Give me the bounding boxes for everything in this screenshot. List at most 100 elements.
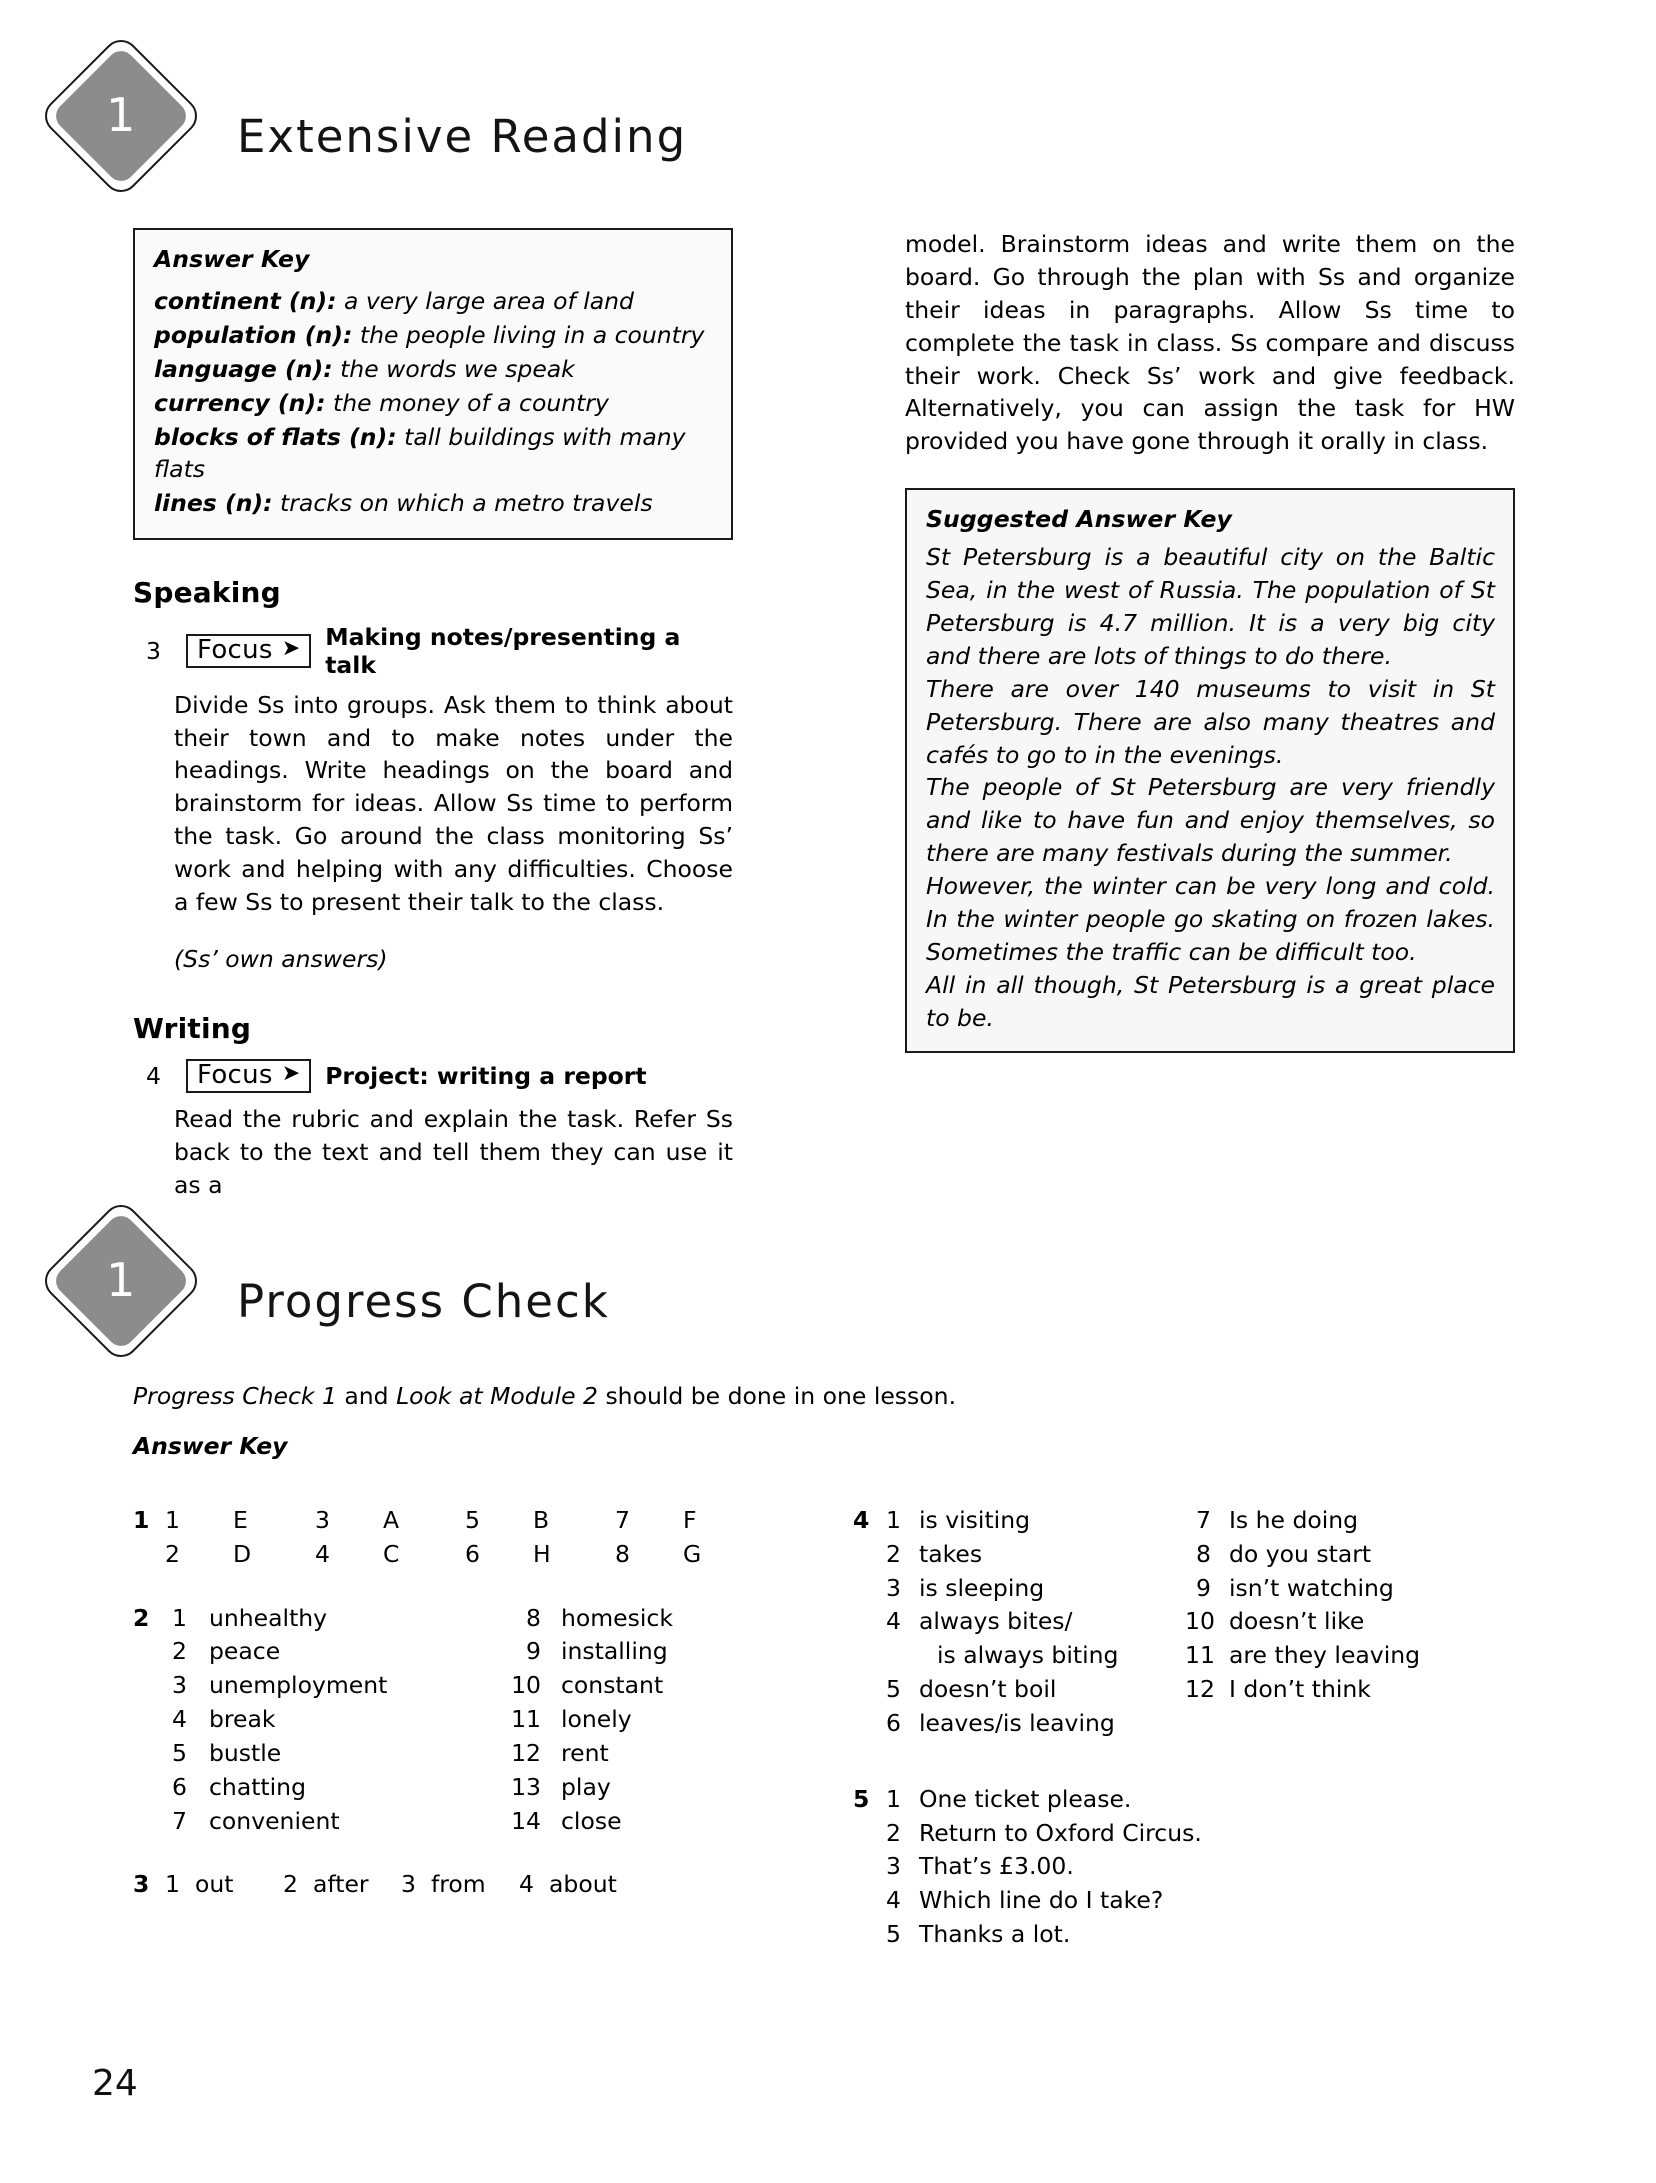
item-number: 8 <box>615 1539 630 1568</box>
item-value: is sleeping <box>919 1573 1045 1602</box>
suggested-answer-paragraph: St Petersburg is a beautiful city on the… <box>926 543 1495 670</box>
item-value: One ticket please. <box>919 1784 1132 1813</box>
answer-row: 6 chatting 13 play <box>133 1771 853 1805</box>
item-number: 10 <box>1185 1607 1215 1636</box>
arrow-right-icon: ➤ <box>281 1060 301 1086</box>
item-value: doesn’t boil <box>919 1675 1057 1704</box>
item-value: H <box>533 1539 551 1568</box>
right-column: model. Brainstorm ideas and write them o… <box>905 228 1515 1053</box>
focus-chip[interactable]: Focus ➤ <box>186 1058 312 1093</box>
item-number: 4 <box>315 1539 330 1568</box>
item-number: 5 <box>465 1506 480 1534</box>
answer-item: 11 are they leaving <box>1185 1639 1420 1673</box>
suggested-answer-key-box: Suggested Answer Key St Petersburg is a … <box>905 488 1515 1053</box>
item-value: That’s £3.00. <box>919 1852 1074 1881</box>
progress-check-intro: Progress Check 1 and Look at Module 2 sh… <box>133 1382 1523 1410</box>
suggested-answer-paragraph: However, the winter can be very long and… <box>926 872 1495 966</box>
answer-item: 2 takes <box>885 1538 1185 1572</box>
answer-item: 1 unhealthy <box>165 1602 505 1636</box>
answer-item: 2 peace <box>165 1635 505 1669</box>
answer-row: 3 unemployment 10 constant <box>133 1669 853 1703</box>
intro-roman-2: should be done in one lesson. <box>597 1382 957 1410</box>
answer-item: 3 That’s £3.00. <box>885 1850 1074 1884</box>
item-value: peace <box>209 1637 281 1666</box>
item-number: 6 <box>172 1772 187 1801</box>
answer-row: 3 That’s £3.00. <box>853 1850 1533 1884</box>
answer-item: 2 after <box>283 1868 401 1902</box>
item-number: 13 <box>511 1772 541 1801</box>
intro-roman-1: and <box>336 1382 397 1410</box>
entry-definition: the people living in a country <box>359 320 705 349</box>
item-value: chatting <box>209 1772 306 1801</box>
speaking-heading: Speaking <box>133 575 281 609</box>
item-value: E <box>233 1506 248 1534</box>
item-value: break <box>209 1705 276 1734</box>
answer-row: 4 break 11 lonely <box>133 1703 853 1737</box>
item-number: 4 <box>172 1705 187 1734</box>
answer-row: 5 Thanks a lot. <box>853 1918 1533 1952</box>
answer-row: is always biting 11 are they leaving <box>853 1639 1533 1673</box>
item-value: bustle <box>209 1738 282 1767</box>
answer-item: 7 convenient <box>165 1805 505 1839</box>
answer-item: 2 D <box>165 1538 315 1572</box>
answer-item: 1 out <box>165 1868 283 1902</box>
item-number: 3 <box>886 1852 901 1881</box>
suggested-answer-paragraph: The people of St Petersburg are very fri… <box>926 773 1495 868</box>
answer-row: 3 1 out 2 after 3 from 4 about <box>133 1868 853 1902</box>
item-value: homesick <box>561 1603 673 1632</box>
focus-chip[interactable]: Focus ➤ <box>186 633 312 668</box>
group-number: 2 <box>133 1603 150 1632</box>
item-value: unhealthy <box>209 1603 328 1632</box>
focus-label: Focus <box>197 1059 273 1090</box>
answer-row: 5 bustle 12 rent <box>133 1737 853 1771</box>
answer-row: 2 Return to Oxford Circus. <box>853 1817 1533 1851</box>
answer-item: 4 break <box>165 1703 505 1737</box>
item-number: 3 <box>886 1573 901 1602</box>
item-number: 4 <box>886 1607 901 1636</box>
answer-item: 8 G <box>615 1538 765 1572</box>
item-value: is visiting <box>919 1506 1031 1534</box>
answer-item: 10 constant <box>505 1669 663 1703</box>
item-value: constant <box>561 1671 664 1700</box>
item-value: after <box>313 1870 369 1899</box>
group-number: 3 <box>133 1870 150 1899</box>
suggested-answer-paragraph: All in all though, St Petersburg is a gr… <box>926 970 1495 1032</box>
item-value: unemployment <box>209 1671 388 1700</box>
item-number: 9 <box>1196 1573 1211 1602</box>
item-value: are they leaving <box>1229 1641 1421 1670</box>
module-badge-progress-check: 1 <box>37 1197 205 1365</box>
item-number: 2 <box>283 1870 298 1899</box>
item-number: 11 <box>1185 1641 1215 1670</box>
badge-number: 1 <box>106 1253 136 1307</box>
answer-item: 6 chatting <box>165 1771 505 1805</box>
item-number: 2 <box>165 1539 180 1568</box>
answer-item: 14 close <box>505 1805 621 1839</box>
item-value: installing <box>561 1637 668 1666</box>
item-value: lonely <box>561 1705 632 1734</box>
suggested-answer-paragraph: There are over 140 museums to visit in S… <box>926 674 1495 769</box>
item-number: 3 <box>401 1870 416 1899</box>
item-number: 8 <box>1196 1539 1211 1568</box>
suggested-answer-key-title: Suggested Answer Key <box>926 505 1232 534</box>
answer-item: 9 installing <box>505 1635 668 1669</box>
answer-row: 7 convenient 14 close <box>133 1805 853 1839</box>
speaking-exercise-header: 3 Focus ➤ Making notes/presenting a talk <box>133 623 733 679</box>
item-value: leaves/is leaving <box>919 1708 1115 1737</box>
answer-row: 2 D 4 C 6 H 8 G <box>133 1538 853 1572</box>
item-number: 1 <box>886 1784 901 1813</box>
entry-definition: the words we speak <box>340 354 575 383</box>
item-number: 10 <box>511 1671 541 1700</box>
answer-group-4: 4 1 is visiting 7 Is he doing 2 takes 8 … <box>853 1504 1533 1741</box>
answer-item: 12 I don’t think <box>1185 1673 1371 1707</box>
arrow-right-icon: ➤ <box>281 635 301 661</box>
writing-exercise-header: 4 Focus ➤ Project: writing a report <box>133 1058 733 1093</box>
item-value: convenient <box>209 1806 340 1835</box>
item-value: Thanks a lot. <box>919 1920 1071 1949</box>
answer-row: 2 peace 9 installing <box>133 1635 853 1669</box>
item-value: about <box>549 1870 617 1899</box>
item-value: play <box>561 1772 611 1801</box>
entry-term: population (n): <box>154 320 353 349</box>
answer-key-entry: currency (n): the money of a country <box>154 388 713 420</box>
answer-item: 6 H <box>465 1538 615 1572</box>
answer-row: 2 takes 8 do you start <box>853 1538 1533 1572</box>
